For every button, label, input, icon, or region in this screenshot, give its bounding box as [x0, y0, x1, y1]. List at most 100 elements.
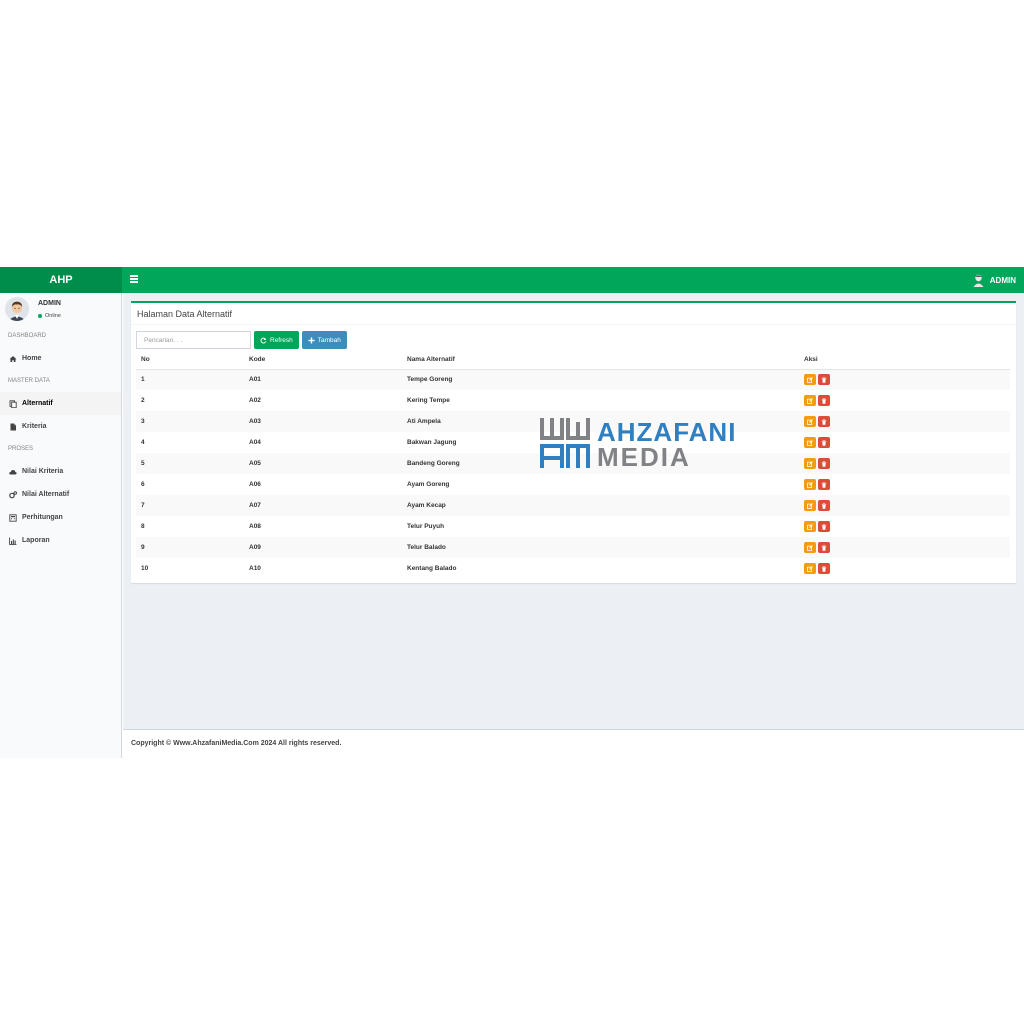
sidebar-item-label: Kriteria [22, 423, 47, 430]
menu-header-dashboard: DASHBOARD [8, 333, 47, 339]
trash-icon[interactable] [818, 395, 830, 406]
cell-no: 6 [141, 481, 145, 488]
trash-icon[interactable] [818, 437, 830, 448]
user-status-label: Online [45, 313, 61, 319]
top-navbar: AHP ADMIN [0, 267, 1024, 293]
edit-icon[interactable] [804, 395, 816, 406]
cell-aksi [799, 432, 1010, 453]
trash-icon[interactable] [818, 416, 830, 427]
row-actions [804, 395, 830, 406]
cell-no: 5 [141, 460, 145, 467]
add-button[interactable]: Tambah [301, 331, 347, 349]
table-row: 6 A06 Ayam Goreng [136, 474, 1010, 495]
cell-aksi [799, 516, 1010, 537]
watermark-logo-icon [540, 418, 590, 468]
column-header-kode: Kode [244, 351, 402, 370]
edit-icon[interactable] [804, 437, 816, 448]
footer: Copyright © Www.AhzafaniMedia.Com 2024 A… [123, 729, 1024, 758]
user-menu-name: ADMIN [989, 275, 1016, 285]
row-actions [804, 416, 830, 427]
trash-icon[interactable] [818, 521, 830, 532]
cell-no: 7 [141, 502, 145, 509]
user-status: Online [38, 313, 61, 319]
cell-no: 8 [141, 523, 145, 530]
cell-no: 10 [141, 565, 149, 572]
trash-icon[interactable] [818, 542, 830, 553]
cell-nama: Tempe Goreng [407, 376, 453, 384]
sidebar-item-label: Nilai Alternatif [22, 491, 70, 498]
sidebar-item-label: Laporan [22, 537, 50, 544]
cell-kode: A05 [249, 460, 261, 467]
sidebar-item-alternatif[interactable]: Alternatif [0, 392, 121, 415]
trash-icon[interactable] [818, 374, 830, 386]
cell-kode: A04 [249, 439, 261, 446]
cell-nama: Kering Tempe [407, 397, 450, 404]
table-row: 1 A01 Tempe Goreng [136, 369, 1010, 390]
trash-icon[interactable] [818, 458, 830, 469]
watermark-line2: MEDIA [597, 442, 691, 472]
cell-kode: A03 [249, 418, 261, 425]
table-body: 1 A01 Tempe Goreng 2 A02 Kering Tempe 3 A03 Ati … [136, 369, 1010, 579]
row-actions [804, 437, 830, 448]
column-header-no: No [136, 351, 244, 370]
trash-icon[interactable] [818, 500, 830, 511]
sidebar: ADMIN Online DASHBOARD Home MASTER DATA … [0, 293, 122, 758]
search-input[interactable] [136, 331, 251, 349]
cell-aksi [799, 537, 1010, 558]
edit-icon[interactable] [804, 542, 816, 553]
cell-nama: Telur Balado [407, 544, 446, 551]
row-actions [804, 479, 830, 490]
sidebar-item-nilai-kriteria[interactable]: Nilai Kriteria [0, 460, 121, 483]
cell-kode: A08 [249, 523, 261, 530]
sidebar-item-label: Alternatif [22, 400, 53, 407]
edit-icon[interactable] [804, 458, 816, 469]
edit-icon[interactable] [804, 416, 816, 427]
trash-icon[interactable] [818, 563, 830, 574]
edit-icon[interactable] [804, 563, 816, 574]
sidebar-toggle-icon[interactable] [130, 275, 138, 283]
cogs-icon [9, 490, 17, 499]
brand-logo[interactable]: AHP [0, 267, 122, 293]
menu-header-master-data: MASTER DATA [8, 378, 50, 384]
box-title: Halaman Data Alternatif [131, 303, 1016, 325]
cell-no: 3 [141, 418, 145, 425]
refresh-button[interactable]: Refresh [254, 331, 299, 349]
row-actions [804, 458, 830, 469]
sidebar-item-nilai-alternatif[interactable]: Nilai Alternatif [0, 483, 121, 506]
sidebar-item-perhitungan[interactable]: Perhitungan [0, 506, 121, 529]
sidebar-item-label: Nilai Kriteria [22, 468, 64, 475]
edit-icon[interactable] [804, 374, 816, 386]
table-row: 2 A02 Kering Tempe [136, 390, 1010, 411]
cell-kode: A07 [249, 502, 261, 509]
sidebar-item-laporan[interactable]: Laporan [0, 529, 121, 552]
column-header-aksi: Aksi [799, 351, 1010, 370]
menu-header-proses: PROSES [8, 446, 34, 452]
user-panel: ADMIN Online [0, 293, 121, 325]
add-label: Tambah [317, 336, 341, 344]
cell-no: 1 [141, 376, 145, 384]
copy-icon [9, 399, 17, 408]
cell-kode: A06 [249, 481, 261, 488]
file-icon [9, 423, 17, 431]
refresh-label: Refresh [270, 336, 293, 344]
user-menu[interactable]: ADMIN [973, 267, 1016, 293]
bar-chart-icon [9, 537, 17, 545]
user-name: ADMIN [38, 300, 61, 307]
edit-icon[interactable] [804, 500, 816, 511]
table-row: 7 A07 Ayam Kecap [136, 495, 1010, 516]
sidebar-item-home[interactable]: Home [0, 347, 121, 370]
edit-icon[interactable] [804, 479, 816, 490]
trash-icon[interactable] [818, 479, 830, 490]
plus-icon [308, 336, 315, 344]
cell-nama: Ayam Kecap [407, 502, 446, 509]
cell-aksi [799, 390, 1010, 411]
sidebar-item-kriteria[interactable]: Kriteria [0, 415, 121, 438]
cell-kode: A02 [249, 397, 261, 404]
edit-icon[interactable] [804, 521, 816, 532]
cell-aksi [799, 474, 1010, 495]
column-header-nama: Nama Alternatif [402, 351, 799, 370]
cell-no: 9 [141, 544, 145, 551]
row-actions [804, 542, 830, 553]
content-area: Halaman Data Alternatif Refresh Tambah N… [123, 293, 1024, 729]
cell-no: 4 [141, 439, 145, 446]
